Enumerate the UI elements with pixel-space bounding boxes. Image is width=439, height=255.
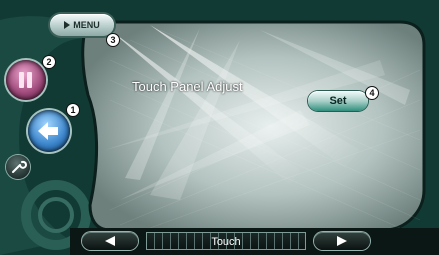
play-triangle-icon	[64, 21, 71, 29]
next-button[interactable]	[314, 232, 370, 250]
pause-bars-icon	[19, 72, 32, 88]
menu-button[interactable]: MENU	[50, 14, 114, 36]
prev-button[interactable]	[82, 232, 138, 250]
menu-button-label: MENU	[73, 20, 100, 30]
touch-bar: Touch	[146, 232, 306, 250]
left-arrow-icon	[105, 236, 115, 246]
wrench-icon	[12, 160, 27, 173]
set-button[interactable]: Set	[308, 91, 368, 111]
back-button[interactable]	[28, 110, 70, 152]
right-arrow-icon	[337, 236, 347, 246]
return-arrow-icon	[38, 122, 58, 140]
callout-2: 2	[42, 55, 56, 69]
callout-3: 3	[106, 33, 120, 47]
callout-4: 4	[365, 86, 379, 100]
touch-panel-adjust-screen: MENU 3 2 1 Touch Panel Adjust Set 4 Touc…	[0, 0, 439, 255]
page-title: Touch Panel Adjust	[132, 79, 243, 94]
source-button[interactable]	[6, 60, 46, 100]
setup-button[interactable]	[6, 155, 30, 179]
callout-1: 1	[66, 103, 80, 117]
